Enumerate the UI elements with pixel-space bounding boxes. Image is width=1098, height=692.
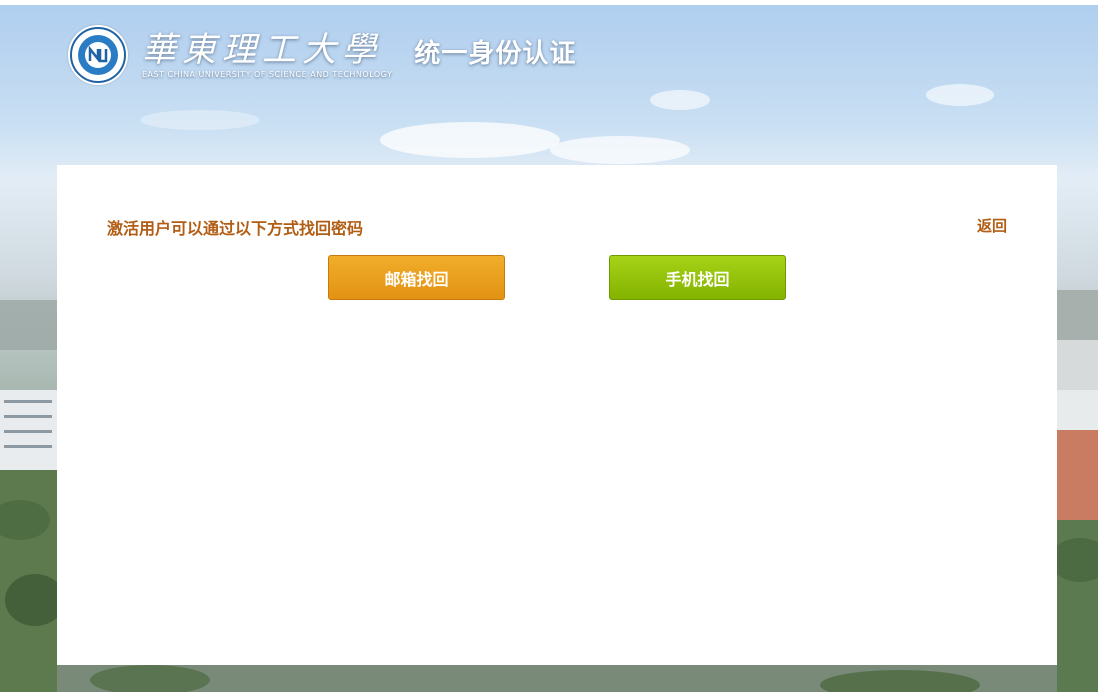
university-emblem-icon bbox=[68, 25, 128, 85]
page: 華東理工大學 East China University of Science … bbox=[0, 0, 1098, 692]
header: 華東理工大學 East China University of Science … bbox=[68, 22, 576, 88]
email-recovery-button[interactable]: 邮箱找回 bbox=[328, 255, 505, 300]
system-title: 统一身份认证 bbox=[414, 38, 577, 69]
university-name-cn: 華東理工大學 bbox=[142, 30, 382, 70]
back-link[interactable]: 返回 bbox=[977, 215, 1007, 236]
recovery-instructions: 激活用户可以通过以下方式找回密码 bbox=[107, 219, 364, 238]
top-border bbox=[0, 0, 1098, 5]
phone-recovery-button[interactable]: 手机找回 bbox=[609, 255, 786, 300]
password-recovery-panel: 激活用户可以通过以下方式找回密码 返回 邮箱找回 手机找回 bbox=[57, 165, 1057, 665]
university-name-en: East China University of Science and Tec… bbox=[142, 70, 393, 79]
university-brand: 華東理工大學 East China University of Science … bbox=[142, 30, 392, 80]
